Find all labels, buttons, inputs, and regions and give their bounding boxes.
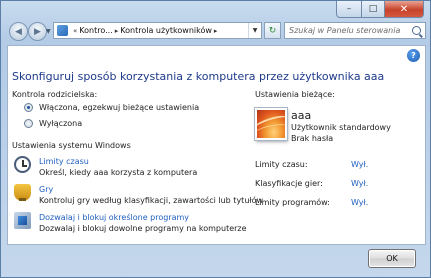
clock-icon bbox=[14, 156, 31, 173]
summary-value-link[interactable]: Wył. bbox=[351, 160, 368, 169]
programs-icon bbox=[14, 212, 31, 229]
window-controls: – □ ✕ bbox=[336, 1, 424, 18]
minimize-button[interactable]: – bbox=[336, 1, 362, 18]
overflow-chevron-icon[interactable]: « bbox=[73, 27, 77, 35]
refresh-button[interactable]: ↻ bbox=[264, 22, 281, 39]
programs-description: Dozwalaj i blokuj dowolne programy na ko… bbox=[39, 224, 247, 233]
parental-controls-label: Kontrola rodzicielska: bbox=[12, 90, 98, 99]
setting-programs: Dozwalaj i blokuj określone programy Doz… bbox=[14, 212, 247, 234]
time-limits-description: Określ, kiedy aaa korzysta z komputera bbox=[39, 168, 198, 177]
summary-row-game-ratings: Klasyfikacje gier: Wył. bbox=[255, 179, 405, 188]
setting-time-limits: Limity czasu Określ, kiedy aaa korzysta … bbox=[14, 156, 197, 178]
address-dropdown-icon[interactable]: ▼ bbox=[248, 23, 261, 38]
search-input[interactable] bbox=[289, 26, 409, 35]
user-name: aaa bbox=[291, 109, 312, 122]
breadcrumb-user-controls[interactable]: Kontrola użytkowników bbox=[120, 26, 212, 35]
search-box[interactable] bbox=[284, 22, 426, 39]
summary-value-link[interactable]: Wył. bbox=[351, 179, 368, 188]
navigation-bar: ◀ ▶ ▼ « Kontro... ▸ Kontrola użytkownikó… bbox=[7, 19, 426, 43]
setting-games: Gry Kontroluj gry według klasyfikacji, z… bbox=[14, 184, 263, 206]
radio-button[interactable] bbox=[24, 119, 33, 128]
games-description: Kontroluj gry według klasyfikacji, zawar… bbox=[39, 196, 264, 205]
breadcrumb-control-panel[interactable]: Kontro... bbox=[79, 26, 112, 35]
windows-settings-label: Ustawienia systemu Windows bbox=[12, 141, 131, 150]
radio-parental-off[interactable]: Wyłączona bbox=[24, 119, 82, 128]
current-settings-label: Ustawienia bieżące: bbox=[255, 90, 335, 99]
time-limits-link[interactable]: Limity czasu bbox=[39, 156, 197, 167]
ok-button[interactable]: OK bbox=[368, 249, 416, 268]
password-status: Brak hasła bbox=[291, 134, 334, 143]
chevron-right-icon[interactable]: ▸ bbox=[214, 27, 218, 35]
chevron-right-icon[interactable]: ▸ bbox=[115, 27, 119, 35]
close-button[interactable]: ✕ bbox=[385, 1, 424, 18]
radio-label: Włączona, egzekwuj bieżące ustawienia bbox=[39, 103, 200, 112]
page-title: Skonfiguruj sposób korzystania z kompute… bbox=[12, 70, 385, 83]
window: – □ ✕ ◀ ▶ ▼ « Kontro... ▸ Kontrola użytk… bbox=[0, 0, 431, 278]
programs-link[interactable]: Dozwalaj i blokuj określone programy bbox=[39, 212, 247, 223]
radio-button[interactable] bbox=[24, 103, 33, 112]
summary-key: Klasyfikacje gier: bbox=[255, 179, 323, 188]
control-panel-icon bbox=[57, 25, 68, 36]
search-icon[interactable] bbox=[412, 26, 421, 35]
games-icon bbox=[14, 184, 31, 201]
summary-key: Limity czasu: bbox=[255, 160, 308, 169]
summary-key: Limity programów: bbox=[255, 198, 330, 207]
back-button[interactable]: ◀ bbox=[9, 22, 28, 41]
refresh-icon: ↻ bbox=[268, 25, 277, 36]
forward-button[interactable]: ▶ bbox=[28, 22, 47, 41]
main-content: ? Skonfiguruj sposób korzystania z kompu… bbox=[7, 45, 426, 245]
button-bar: OK bbox=[7, 247, 426, 273]
user-avatar bbox=[255, 108, 287, 140]
summary-row-time-limits: Limity czasu: Wył. bbox=[255, 160, 405, 169]
radio-parental-on[interactable]: Włączona, egzekwuj bieżące ustawienia bbox=[24, 103, 199, 112]
address-bar[interactable]: « Kontro... ▸ Kontrola użytkowników ▸ ▼ bbox=[53, 22, 262, 39]
recent-pages-dropdown[interactable]: ▼ bbox=[46, 28, 51, 35]
summary-row-program-limits: Limity programów: Wył. bbox=[255, 198, 405, 207]
maximize-button[interactable]: □ bbox=[362, 1, 385, 18]
games-link[interactable]: Gry bbox=[39, 184, 263, 195]
summary-value-link[interactable]: Wył. bbox=[351, 198, 368, 207]
account-type: Użytkownik standardowy bbox=[291, 123, 391, 132]
radio-label: Wyłączona bbox=[39, 119, 83, 128]
help-icon[interactable]: ? bbox=[407, 49, 420, 62]
